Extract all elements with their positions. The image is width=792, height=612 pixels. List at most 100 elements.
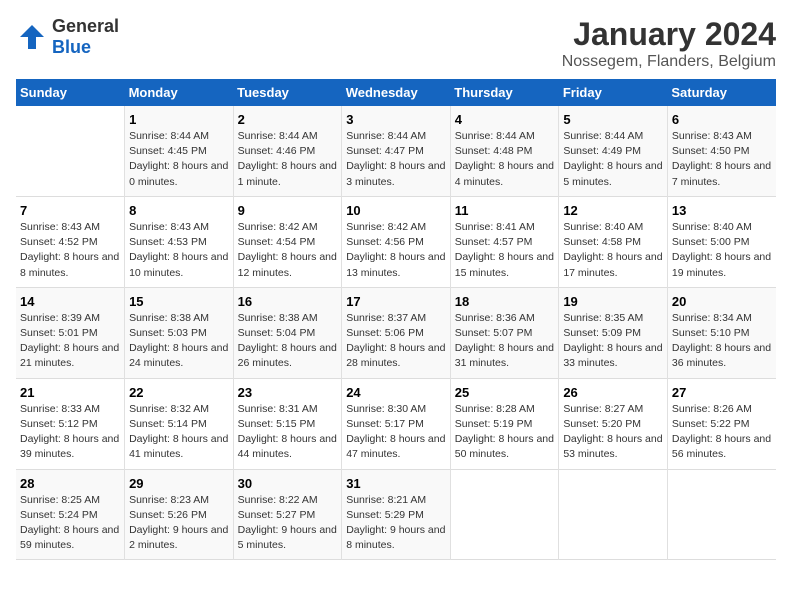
day-number: 21: [20, 385, 120, 400]
calendar-cell: 22Sunrise: 8:32 AMSunset: 5:14 PMDayligh…: [125, 378, 234, 469]
day-info: Sunrise: 8:44 AMSunset: 4:46 PMDaylight:…: [238, 129, 338, 190]
logo-text: General Blue: [52, 16, 119, 58]
weekday-header: Saturday: [667, 79, 776, 106]
calendar-cell: [559, 469, 668, 560]
day-info: Sunrise: 8:42 AMSunset: 4:56 PMDaylight:…: [346, 220, 446, 281]
calendar-table: SundayMondayTuesdayWednesdayThursdayFrid…: [16, 79, 776, 560]
day-info: Sunrise: 8:40 AMSunset: 4:58 PMDaylight:…: [563, 220, 663, 281]
calendar-cell: 17 Sunrise: 8:37 AMSunset: 5:06 PMDayligh…: [342, 287, 451, 378]
day-number: 13: [672, 203, 772, 218]
day-number: 2: [238, 112, 338, 127]
day-info: Sunrise: 8:23 AMSunset: 5:26 PMDaylight:…: [129, 493, 229, 554]
day-number: 25: [455, 385, 555, 400]
calendar-week-row: 21Sunrise: 8:33 AMSunset: 5:12 PMDayligh…: [16, 378, 776, 469]
calendar-cell: 4 Sunrise: 8:44 AMSunset: 4:48 PMDaylight…: [450, 106, 559, 196]
day-number: 6: [672, 112, 772, 127]
subtitle: Nossegem, Flanders, Belgium: [562, 53, 776, 71]
logo-icon: [16, 21, 48, 53]
calendar-week-row: 14 Sunrise: 8:39 AMSunset: 5:01 PMDayligh…: [16, 287, 776, 378]
day-info: Sunrise: 8:39 AMSunset: 5:01 PMDaylight:…: [20, 311, 120, 372]
calendar-cell: 6 Sunrise: 8:43 AMSunset: 4:50 PMDaylight…: [667, 106, 776, 196]
logo: General Blue: [16, 16, 119, 58]
day-number: 16: [238, 294, 338, 309]
calendar-cell: 1Sunrise: 8:44 AMSunset: 4:45 PMDaylight…: [125, 106, 234, 196]
day-number: 5: [563, 112, 663, 127]
header: General Blue January 2024 Nossegem, Flan…: [16, 16, 776, 71]
calendar-cell: 15 Sunrise: 8:38 AMSunset: 5:03 PMDayligh…: [125, 287, 234, 378]
day-info: Sunrise: 8:22 AMSunset: 5:27 PMDaylight:…: [238, 493, 338, 554]
day-info: Sunrise: 8:26 AMSunset: 5:22 PMDaylight:…: [672, 402, 772, 463]
day-info: Sunrise: 8:21 AMSunset: 5:29 PMDaylight:…: [346, 493, 446, 554]
day-info: Sunrise: 8:35 AMSunset: 5:09 PMDaylight:…: [563, 311, 663, 372]
calendar-cell: 16 Sunrise: 8:38 AMSunset: 5:04 PMDayligh…: [233, 287, 342, 378]
calendar-cell: 19Sunrise: 8:35 AMSunset: 5:09 PMDayligh…: [559, 287, 668, 378]
title-area: January 2024 Nossegem, Flanders, Belgium: [562, 16, 776, 71]
day-number: 12: [563, 203, 663, 218]
calendar-cell: 10 Sunrise: 8:42 AMSunset: 4:56 PMDayligh…: [342, 196, 451, 287]
calendar-week-row: 28 Sunrise: 8:25 AMSunset: 5:24 PMDayligh…: [16, 469, 776, 560]
weekday-header: Thursday: [450, 79, 559, 106]
calendar-cell: 30 Sunrise: 8:22 AMSunset: 5:27 PMDayligh…: [233, 469, 342, 560]
day-info: Sunrise: 8:44 AMSunset: 4:49 PMDaylight:…: [563, 129, 663, 190]
calendar-cell: 7 Sunrise: 8:43 AMSunset: 4:52 PMDaylight…: [16, 196, 125, 287]
main-title: January 2024: [562, 16, 776, 53]
calendar-cell: 31 Sunrise: 8:21 AMSunset: 5:29 PMDayligh…: [342, 469, 451, 560]
day-number: 4: [455, 112, 555, 127]
day-number: 15: [129, 294, 229, 309]
day-number: 22: [129, 385, 229, 400]
day-info: Sunrise: 8:43 AMSunset: 4:50 PMDaylight:…: [672, 129, 772, 190]
day-number: 18: [455, 294, 555, 309]
calendar-cell: 18Sunrise: 8:36 AMSunset: 5:07 PMDayligh…: [450, 287, 559, 378]
calendar-cell: 23 Sunrise: 8:31 AMSunset: 5:15 PMDayligh…: [233, 378, 342, 469]
day-info: Sunrise: 8:30 AMSunset: 5:17 PMDaylight:…: [346, 402, 446, 463]
day-info: Sunrise: 8:25 AMSunset: 5:24 PMDaylight:…: [20, 493, 120, 554]
calendar-cell: 29Sunrise: 8:23 AMSunset: 5:26 PMDayligh…: [125, 469, 234, 560]
calendar-cell: 9 Sunrise: 8:42 AMSunset: 4:54 PMDaylight…: [233, 196, 342, 287]
weekday-header: Tuesday: [233, 79, 342, 106]
calendar-cell: [667, 469, 776, 560]
calendar-cell: 21Sunrise: 8:33 AMSunset: 5:12 PMDayligh…: [16, 378, 125, 469]
day-info: Sunrise: 8:27 AMSunset: 5:20 PMDaylight:…: [563, 402, 663, 463]
logo-blue: Blue: [52, 37, 91, 57]
day-number: 7: [20, 203, 120, 218]
day-info: Sunrise: 8:44 AMSunset: 4:47 PMDaylight:…: [346, 129, 446, 190]
calendar-cell: [450, 469, 559, 560]
day-info: Sunrise: 8:43 AMSunset: 4:52 PMDaylight:…: [20, 220, 120, 281]
calendar-week-row: 7 Sunrise: 8:43 AMSunset: 4:52 PMDaylight…: [16, 196, 776, 287]
calendar-cell: 11Sunrise: 8:41 AMSunset: 4:57 PMDayligh…: [450, 196, 559, 287]
calendar-cell: 13 Sunrise: 8:40 AMSunset: 5:00 PMDayligh…: [667, 196, 776, 287]
day-number: 23: [238, 385, 338, 400]
day-info: Sunrise: 8:40 AMSunset: 5:00 PMDaylight:…: [672, 220, 772, 281]
day-number: 8: [129, 203, 229, 218]
weekday-header: Sunday: [16, 79, 125, 106]
calendar-cell: 14 Sunrise: 8:39 AMSunset: 5:01 PMDayligh…: [16, 287, 125, 378]
day-info: Sunrise: 8:31 AMSunset: 5:15 PMDaylight:…: [238, 402, 338, 463]
calendar-cell: 20 Sunrise: 8:34 AMSunset: 5:10 PMDayligh…: [667, 287, 776, 378]
day-info: Sunrise: 8:38 AMSunset: 5:04 PMDaylight:…: [238, 311, 338, 372]
day-info: Sunrise: 8:38 AMSunset: 5:03 PMDaylight:…: [129, 311, 229, 372]
day-number: 9: [238, 203, 338, 218]
calendar-cell: 5 Sunrise: 8:44 AMSunset: 4:49 PMDaylight…: [559, 106, 668, 196]
day-info: Sunrise: 8:42 AMSunset: 4:54 PMDaylight:…: [238, 220, 338, 281]
day-info: Sunrise: 8:37 AMSunset: 5:06 PMDaylight:…: [346, 311, 446, 372]
day-info: Sunrise: 8:34 AMSunset: 5:10 PMDaylight:…: [672, 311, 772, 372]
day-number: 10: [346, 203, 446, 218]
day-number: 31: [346, 476, 446, 491]
day-number: 17: [346, 294, 446, 309]
day-number: 20: [672, 294, 772, 309]
calendar-cell: 28 Sunrise: 8:25 AMSunset: 5:24 PMDayligh…: [16, 469, 125, 560]
day-number: 14: [20, 294, 120, 309]
day-number: 24: [346, 385, 446, 400]
logo-general: General: [52, 16, 119, 36]
day-number: 30: [238, 476, 338, 491]
day-number: 11: [455, 203, 555, 218]
calendar-cell: 12 Sunrise: 8:40 AMSunset: 4:58 PMDayligh…: [559, 196, 668, 287]
day-number: 28: [20, 476, 120, 491]
weekday-header: Friday: [559, 79, 668, 106]
calendar-cell: 27Sunrise: 8:26 AMSunset: 5:22 PMDayligh…: [667, 378, 776, 469]
day-number: 26: [563, 385, 663, 400]
day-info: Sunrise: 8:28 AMSunset: 5:19 PMDaylight:…: [455, 402, 555, 463]
calendar-cell: [16, 106, 125, 196]
day-info: Sunrise: 8:44 AMSunset: 4:48 PMDaylight:…: [455, 129, 555, 190]
day-info: Sunrise: 8:43 AMSunset: 4:53 PMDaylight:…: [129, 220, 229, 281]
